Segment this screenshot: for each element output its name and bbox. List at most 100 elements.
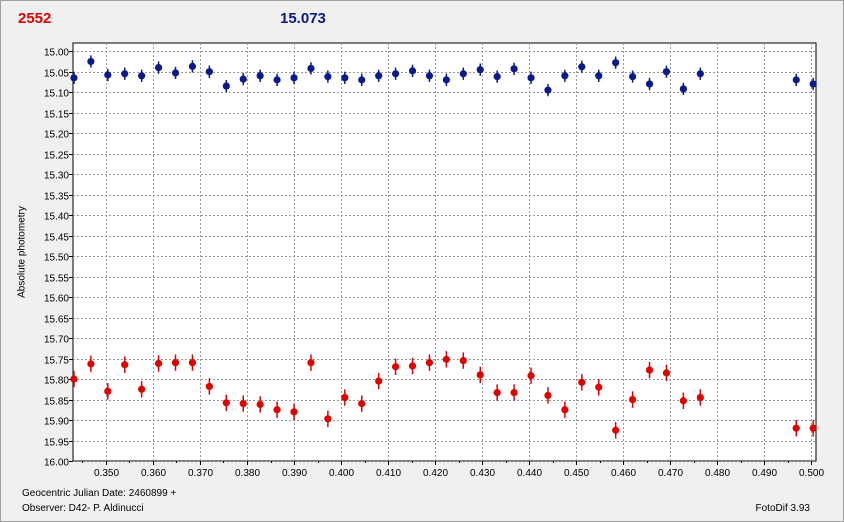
y-tick-label: 15.30 [44,171,69,182]
data-point [578,63,586,71]
y-tick-label: 15.00 [44,48,69,59]
data-point [792,424,800,432]
data-point [809,80,817,88]
data-point [121,361,129,369]
y-tick-label: 15.40 [44,212,69,223]
y-tick-label: 15.50 [44,253,69,264]
data-point [578,378,586,386]
x-tick-label: 0.460 [611,468,636,479]
data-point [425,72,434,80]
data-point [222,82,230,90]
x-tick-label: 0.490 [752,468,777,479]
data-point [70,74,78,82]
data-point [510,65,518,73]
data-point [188,359,197,367]
x-tick-label: 0.410 [376,468,401,479]
data-point [324,73,332,81]
data-point [87,360,95,368]
data-point [205,382,213,391]
x-tick-label: 0.400 [329,468,354,479]
data-point [104,387,112,395]
data-point [358,76,366,84]
data-point [696,393,704,402]
data-point [256,72,264,80]
y-tick-label: 15.45 [44,233,69,244]
data-point [154,63,163,72]
data-point [324,415,332,423]
data-point [87,57,95,66]
x-tick-label: 0.450 [564,468,589,479]
data-point [629,73,637,81]
data-point [792,76,800,84]
data-point [307,359,315,367]
x-tick-label: 0.350 [94,468,119,479]
data-point [375,377,383,385]
y-tick-label: 15.65 [44,315,69,326]
data-point [425,359,434,367]
data-point [375,72,383,80]
data-point [645,366,654,374]
data-point [188,62,197,70]
data-point [442,355,450,363]
data-point [696,70,704,78]
data-point [544,86,552,94]
data-point [222,399,230,407]
y-tick-label: 16.00 [44,458,69,469]
data-point [239,75,247,83]
data-point [442,76,450,84]
data-point [307,64,315,73]
y-tick-label: 15.35 [44,192,69,203]
data-point [154,359,163,368]
x-tick-label: 0.380 [235,468,260,479]
data-point [70,375,78,383]
data-point [273,406,281,414]
data-point [595,383,603,391]
data-point [544,391,552,400]
data-point [493,388,501,397]
data-point [205,68,213,76]
x-tick-label: 0.500 [799,468,824,479]
y-tick-label: 15.05 [44,69,69,80]
data-point [290,74,298,82]
data-point [662,369,671,377]
data-point [809,424,817,432]
data-point [612,59,620,67]
y-tick-label: 15.90 [44,417,69,428]
data-point [408,362,417,370]
data-point [510,388,518,397]
observer-label: Observer: D42- P. Aldinucci [22,503,144,514]
y-tick-label: 15.70 [44,335,69,346]
data-point [527,74,535,82]
data-point [341,393,349,402]
data-point [104,71,112,79]
plot-area [72,42,817,462]
data-point [273,76,281,84]
y-tick-label: 15.85 [44,397,69,408]
x-tick-label: 0.360 [141,468,166,479]
data-point [138,72,146,80]
julian-date-label: Geocentric Julian Date: 2460899 + [22,488,177,499]
data-point [290,408,298,416]
y-tick-label: 15.15 [44,110,69,121]
data-point [391,70,400,78]
y-tick-label: 15.25 [44,151,69,162]
data-point [493,73,501,81]
data-point [256,400,264,409]
data-point [391,363,400,371]
y-tick-label: 15.60 [44,294,69,305]
y-tick-label: 15.10 [44,89,69,100]
data-point [561,406,569,414]
data-point [408,67,417,75]
y-tick-label: 15.55 [44,274,69,285]
x-tick-label: 0.390 [282,468,307,479]
x-tick-label: 0.440 [517,468,542,479]
data-point [476,371,484,379]
data-point [645,80,654,88]
x-tick-label: 0.370 [188,468,213,479]
x-tick-label: 0.470 [658,468,683,479]
data-point [561,72,569,80]
data-point [459,356,467,365]
y-tick-label: 15.80 [44,376,69,387]
data-point [121,70,129,78]
y-tick-label: 15.95 [44,438,69,449]
